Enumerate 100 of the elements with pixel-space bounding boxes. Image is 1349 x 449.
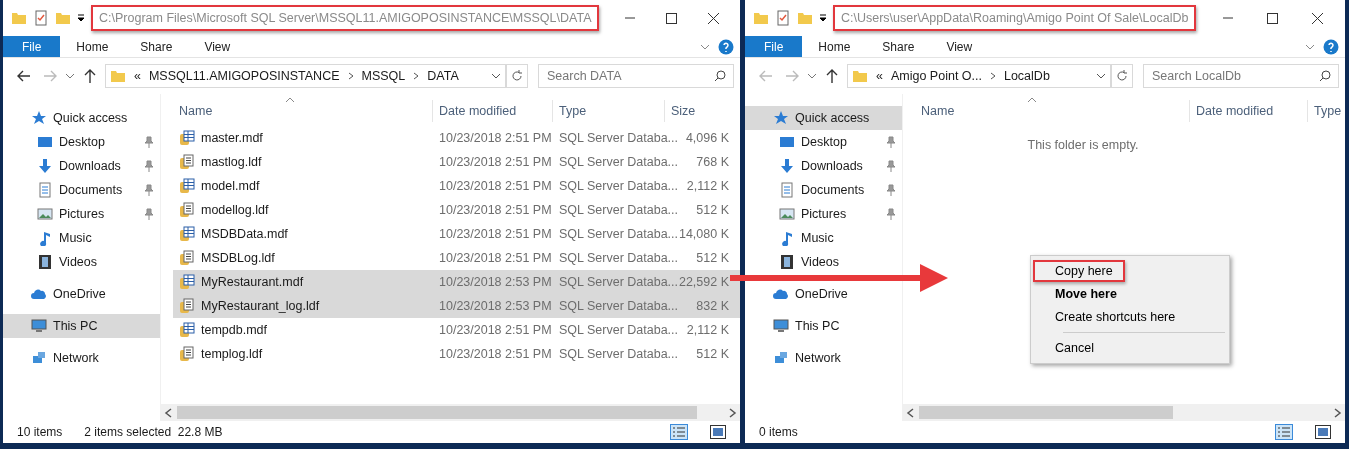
- file-row[interactable]: templog.ldf 10/23/2018 2:51 PM SQL Server Databa... 512 K: [173, 342, 740, 366]
- menu-item[interactable]: Create shortcuts here: [1033, 306, 1188, 328]
- sidebar-item[interactable]: Quick access: [745, 106, 902, 130]
- file-type: SQL Server Databa...: [559, 251, 679, 265]
- sidebar-item[interactable]: Network: [3, 346, 160, 370]
- breadcrumb[interactable]: LocalDb: [1003, 69, 1050, 83]
- file-row[interactable]: MSDBData.mdf 10/23/2018 2:51 PM SQL Server Databa...14,080 K: [173, 222, 740, 246]
- sidebar-item[interactable]: Pictures: [3, 202, 160, 226]
- sidebar-item[interactable]: Videos: [3, 250, 160, 274]
- sidebar-item[interactable]: Desktop: [745, 130, 902, 154]
- sidebar-item[interactable]: OneDrive: [745, 282, 902, 306]
- file-row[interactable]: MyRestaurant_log.ldf 10/23/2018 2:53 PM SQL Server Databa... 832 K: [173, 294, 740, 318]
- column-header[interactable]: Date modified: [433, 100, 553, 122]
- sidebar-item[interactable]: Downloads: [745, 154, 902, 178]
- breadcrumb[interactable]: «: [876, 69, 883, 83]
- file-size: 768 K: [696, 155, 729, 169]
- database-file-icon: [179, 274, 195, 290]
- sidebar-item[interactable]: This PC: [745, 314, 902, 338]
- ribbon-tab[interactable]: View: [930, 36, 989, 57]
- film-icon: [37, 254, 53, 270]
- breadcrumb[interactable]: Amigo Point O...: [890, 69, 982, 83]
- folder-icon: [852, 68, 868, 84]
- sidebar-item[interactable]: Network: [745, 346, 902, 370]
- menu-item[interactable]: Cancel: [1033, 337, 1106, 359]
- down-arrow-icon: [37, 158, 53, 174]
- chevron-down-icon: [807, 72, 817, 80]
- sidebar-item[interactable]: Documents: [3, 178, 160, 202]
- menu-item[interactable]: Copy here: [1033, 260, 1125, 282]
- network-icon: [31, 350, 47, 366]
- close-icon: [708, 12, 720, 24]
- sidebar-item[interactable]: OneDrive: [3, 282, 160, 306]
- sidebar-item[interactable]: Quick access: [3, 106, 160, 130]
- folder-icon: [11, 10, 27, 26]
- address-bar[interactable]: « Amigo Point O... LocalDb: [847, 64, 1111, 88]
- search-field[interactable]: Search DATA: [538, 64, 734, 88]
- window-title: C:\Program Files\Microsoft SQL Server\MSSQL11.AMIGOPOSINSTANCE\MSSQL\DATA: [91, 5, 600, 31]
- sidebar-item[interactable]: Desktop: [3, 130, 160, 154]
- folder-icon: [797, 10, 813, 26]
- ribbon-tab[interactable]: Home: [60, 36, 125, 57]
- file-name: MyRestaurant.mdf: [201, 275, 304, 289]
- file-menu-button[interactable]: File: [745, 36, 803, 57]
- sidebar-item[interactable]: Music: [3, 226, 160, 250]
- sidebar-item[interactable]: Documents: [745, 178, 902, 202]
- file-row[interactable]: tempdb.mdf 10/23/2018 2:51 PM SQL Server Databa... 2,112 K: [173, 318, 740, 342]
- chevron-down-icon: [700, 42, 710, 51]
- sidebar-item[interactable]: Music: [745, 226, 902, 250]
- column-header[interactable]: Name: [173, 100, 433, 122]
- file-row[interactable]: MSDBLog.ldf 10/23/2018 2:51 PM SQL Server Databa... 512 K: [173, 246, 740, 270]
- ribbon-tab[interactable]: View: [188, 36, 247, 57]
- ribbon-tab[interactable]: Home: [802, 36, 867, 57]
- help-icon: [718, 38, 734, 55]
- horizontal-scrollbar[interactable]: [903, 404, 1345, 421]
- folder-icon: [110, 68, 126, 84]
- column-header[interactable]: Date modified: [1190, 100, 1308, 122]
- file-menu-button[interactable]: File: [3, 36, 61, 57]
- file-size: 832 K: [696, 299, 729, 313]
- search-field[interactable]: Search LocalDb: [1143, 64, 1339, 88]
- dropdown-icon: [819, 13, 827, 23]
- file-type: SQL Server Databa...: [559, 131, 679, 145]
- chevron-down-icon: [1305, 42, 1315, 51]
- file-row[interactable]: model.mdf 10/23/2018 2:51 PM SQL Server Databa... 2,112 K: [173, 174, 740, 198]
- up-arrow-icon: [826, 69, 838, 83]
- sidebar-item[interactable]: This PC: [3, 314, 160, 338]
- breadcrumb[interactable]: MSSQL11.AMIGOPOSINSTANCE: [148, 69, 340, 83]
- database-file-icon: [179, 322, 195, 338]
- file-type: SQL Server Databa...: [559, 227, 679, 241]
- column-header[interactable]: Name: [915, 100, 1190, 122]
- file-row[interactable]: MyRestaurant.mdf 10/23/2018 2:53 PM SQL Server Databa...22,592 K: [173, 270, 740, 294]
- column-header[interactable]: Type: [553, 100, 665, 122]
- file-row[interactable]: master.mdf 10/23/2018 2:51 PM SQL Server Databa... 4,096 K: [173, 126, 740, 150]
- breadcrumb[interactable]: DATA: [427, 69, 459, 83]
- checklist-icon: [33, 10, 49, 26]
- ribbon-tab[interactable]: Share: [866, 36, 931, 57]
- sidebar-item[interactable]: Videos: [745, 250, 902, 274]
- breadcrumb[interactable]: «: [134, 69, 141, 83]
- sidebar-item[interactable]: Pictures: [745, 202, 902, 226]
- document-icon: [37, 182, 53, 198]
- window-title: C:\Users\user\AppData\Roaming\Amigo Point Of Sale\LocalDb: [833, 5, 1197, 31]
- desktop-icon: [37, 134, 53, 150]
- refresh-button[interactable]: [506, 64, 528, 88]
- file-name: MyRestaurant_log.ldf: [201, 299, 320, 313]
- column-header[interactable]: Type: [1308, 100, 1345, 122]
- date-modified: 10/23/2018 2:51 PM: [439, 323, 552, 337]
- star-icon: [31, 110, 47, 126]
- date-modified: 10/23/2018 2:51 PM: [439, 347, 552, 361]
- folder-icon: [55, 10, 71, 26]
- menu-item[interactable]: Move here: [1033, 283, 1129, 305]
- file-row[interactable]: modellog.ldf 10/23/2018 2:51 PM SQL Server Databa... 512 K: [173, 198, 740, 222]
- item-count: 0 items: [759, 425, 798, 439]
- chevron-down-icon: [65, 72, 75, 80]
- file-row[interactable]: mastlog.ldf 10/23/2018 2:51 PM SQL Server Databa... 768 K: [173, 150, 740, 174]
- ribbon-tab[interactable]: Share: [124, 36, 189, 57]
- address-bar[interactable]: « MSSQL11.AMIGOPOSINSTANCE MSSQL DATA: [105, 64, 506, 88]
- pin-icon: [886, 208, 896, 220]
- date-modified: 10/23/2018 2:51 PM: [439, 203, 552, 217]
- breadcrumb[interactable]: MSSQL: [361, 69, 406, 83]
- picture-icon: [37, 206, 53, 222]
- horizontal-scrollbar[interactable]: [161, 404, 740, 421]
- refresh-button[interactable]: [1111, 64, 1133, 88]
- sidebar-item[interactable]: Downloads: [3, 154, 160, 178]
